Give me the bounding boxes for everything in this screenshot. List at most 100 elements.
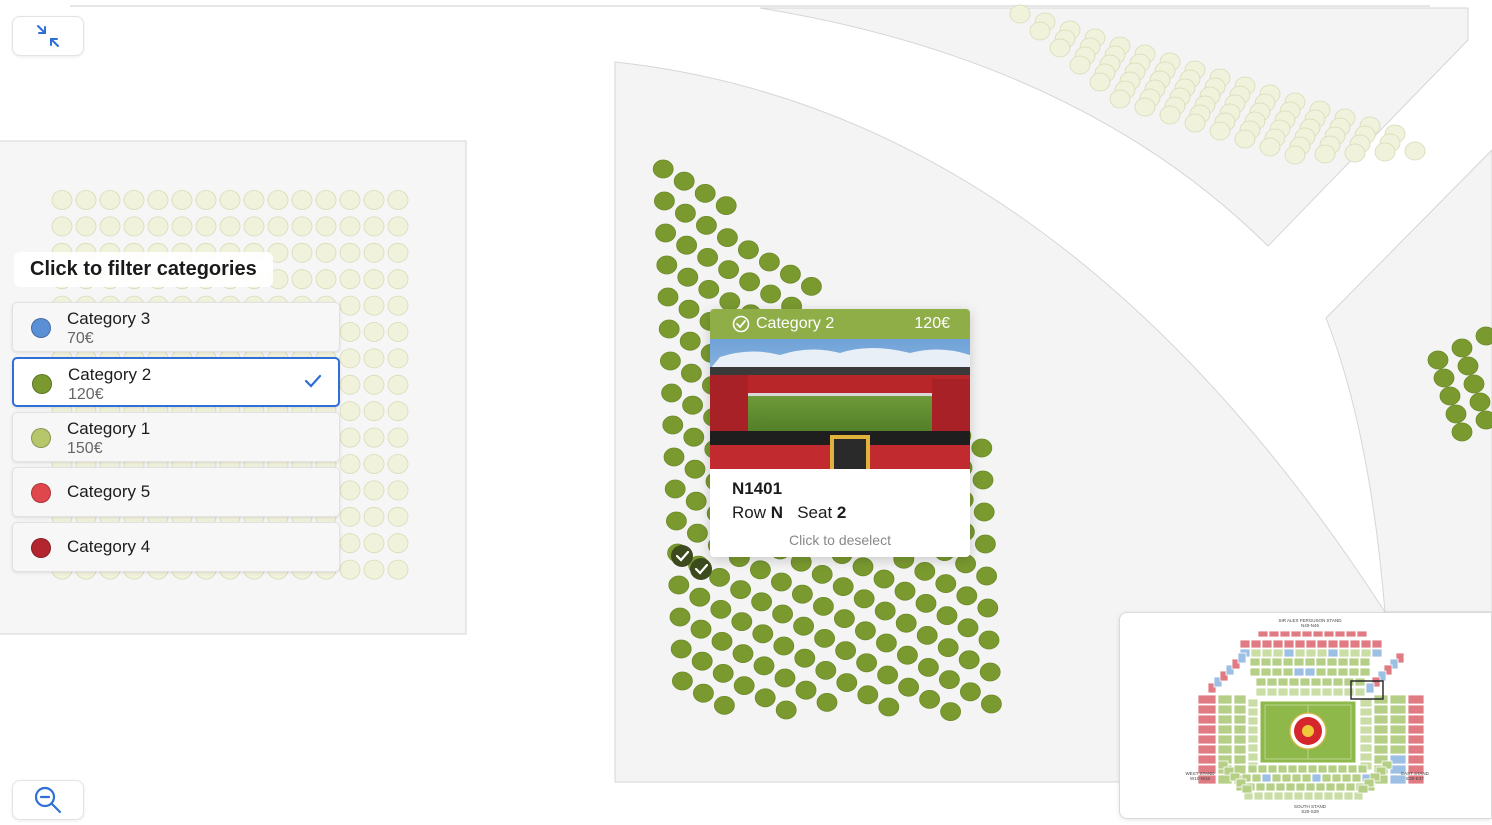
seat[interactable] (935, 574, 957, 593)
seat[interactable] (834, 609, 855, 628)
seat[interactable] (719, 292, 741, 312)
seat[interactable] (687, 523, 708, 543)
seat[interactable] (678, 299, 700, 319)
seat[interactable] (387, 427, 409, 448)
seat[interactable] (677, 267, 699, 287)
seat[interactable] (1463, 374, 1485, 394)
seat[interactable] (759, 252, 780, 272)
seat[interactable] (919, 690, 940, 709)
seat[interactable] (709, 568, 730, 587)
seat[interactable] (661, 383, 682, 403)
seat[interactable] (739, 272, 760, 292)
seat[interactable] (813, 597, 834, 616)
seat[interactable] (733, 676, 755, 695)
seat[interactable] (774, 668, 796, 688)
seat[interactable] (681, 363, 702, 383)
seat[interactable] (662, 415, 684, 435)
seat[interactable] (219, 190, 241, 210)
seat[interactable] (387, 559, 409, 580)
seat[interactable] (363, 242, 385, 263)
seat[interactable] (387, 348, 409, 369)
seat[interactable] (387, 190, 409, 210)
seat[interactable] (387, 480, 409, 501)
seat[interactable] (339, 427, 361, 448)
seat[interactable] (717, 228, 738, 248)
seat[interactable] (363, 295, 385, 316)
seat[interactable] (973, 502, 995, 522)
seat[interactable] (856, 653, 877, 673)
seat[interactable] (1314, 144, 1336, 164)
seat[interactable] (1457, 356, 1479, 376)
seat[interactable] (1209, 121, 1231, 141)
seat[interactable] (339, 480, 361, 501)
seat[interactable] (652, 159, 674, 179)
seat[interactable] (75, 216, 97, 237)
seat[interactable] (792, 584, 813, 604)
seat[interactable] (873, 569, 895, 589)
seat[interactable] (1089, 72, 1111, 92)
seat[interactable] (670, 639, 692, 659)
seat[interactable] (697, 247, 718, 267)
seat[interactable] (715, 196, 737, 216)
seat[interactable] (339, 559, 361, 580)
seat[interactable] (937, 638, 959, 657)
zoom-out-button[interactable] (12, 780, 84, 820)
seat[interactable] (363, 322, 385, 342)
seat[interactable] (387, 533, 409, 554)
seat[interactable] (664, 479, 686, 499)
seat[interactable] (793, 616, 814, 636)
seat[interactable] (123, 190, 145, 210)
seat[interactable] (363, 454, 385, 474)
seat[interactable] (874, 601, 896, 621)
seat[interactable] (1404, 141, 1426, 161)
seat[interactable] (339, 506, 361, 527)
seat[interactable] (711, 632, 733, 651)
seat[interactable] (815, 661, 837, 680)
seat[interactable] (751, 592, 772, 612)
seat[interactable] (339, 322, 361, 342)
seat[interactable] (877, 665, 898, 685)
seat[interactable] (1374, 142, 1396, 162)
seat[interactable] (960, 682, 981, 702)
seat[interactable] (897, 645, 918, 665)
seat[interactable] (1184, 113, 1206, 133)
seat[interactable] (339, 374, 361, 395)
seat[interactable] (857, 685, 879, 705)
seat[interactable] (363, 269, 385, 290)
seat[interactable] (939, 670, 960, 689)
seat[interactable] (363, 506, 385, 527)
seat[interactable] (669, 607, 691, 627)
seat[interactable] (693, 683, 714, 703)
seat[interactable] (689, 587, 711, 607)
seat[interactable] (339, 269, 361, 290)
seat[interactable] (971, 438, 993, 458)
seat[interactable] (696, 215, 717, 235)
seat[interactable] (794, 648, 816, 668)
seat[interactable] (666, 511, 687, 531)
seat[interactable] (682, 395, 703, 415)
seat[interactable] (387, 322, 409, 342)
seat[interactable] (836, 673, 858, 692)
seat[interactable] (195, 216, 217, 237)
seat[interactable] (894, 581, 916, 601)
seat[interactable] (1029, 21, 1051, 41)
seat[interactable] (654, 191, 675, 211)
seat[interactable] (684, 459, 706, 479)
seat[interactable] (51, 190, 73, 210)
seat[interactable] (675, 203, 696, 223)
seat[interactable] (814, 629, 835, 648)
category-3-option[interactable]: Category 3 70€ (12, 302, 340, 352)
seat[interactable] (685, 491, 707, 511)
seat[interactable] (811, 565, 833, 584)
seat[interactable] (730, 580, 751, 599)
seat[interactable] (339, 533, 361, 554)
seat[interactable] (363, 533, 385, 554)
seat[interactable] (752, 624, 774, 644)
seat[interactable] (772, 604, 793, 624)
seat[interactable] (878, 697, 900, 717)
seat[interactable] (363, 216, 385, 237)
seat[interactable] (915, 594, 937, 613)
seat[interactable] (978, 630, 1000, 650)
seat[interactable] (660, 351, 681, 371)
seat[interactable] (656, 255, 678, 275)
